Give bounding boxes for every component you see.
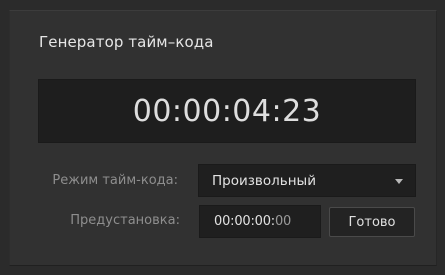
preset-label: Предустановка: xyxy=(70,213,180,228)
timecode-display: 00:00:04:23 xyxy=(38,79,416,143)
preset-timecode-value: 00:00:00:00 xyxy=(214,214,291,229)
panel-title: Генератор тайм–кода xyxy=(39,33,214,51)
preset-timecode-main: 00:00:00: xyxy=(214,214,275,229)
chevron-down-icon xyxy=(395,179,403,184)
timecode-value: 00:00:04:23 xyxy=(132,93,322,129)
timecode-mode-dropdown[interactable]: Произвольный xyxy=(198,164,416,197)
timecode-mode-selected: Произвольный xyxy=(212,173,316,189)
preset-timecode-frames: 00 xyxy=(274,214,292,229)
timecode-mode-label: Режим тайм-кода: xyxy=(52,173,178,188)
preset-timecode-input[interactable]: 00:00:00:00 xyxy=(199,205,321,238)
preset-done-button[interactable]: Готово xyxy=(329,207,415,237)
